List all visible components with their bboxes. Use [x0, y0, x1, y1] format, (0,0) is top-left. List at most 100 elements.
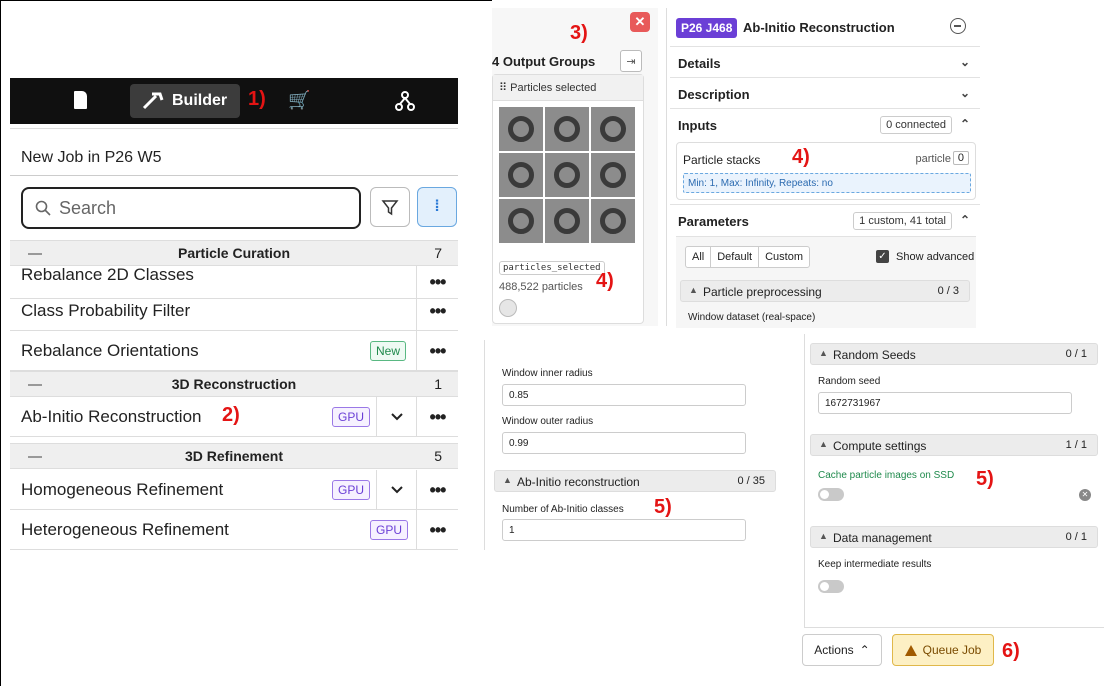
random-seed-input[interactable]: 1672731967: [818, 392, 1072, 414]
document-icon[interactable]: [74, 91, 87, 109]
outer-radius-input[interactable]: 0.99: [502, 432, 746, 454]
section-count: 0 / 3: [937, 285, 959, 297]
collapse-all-button[interactable]: ⁞: [417, 187, 457, 227]
keep-results-label: Keep intermediate results: [818, 559, 932, 570]
section-label: Parameters: [678, 214, 749, 229]
reset-icon[interactable]: ✕: [1079, 489, 1091, 501]
job-row-class-probability[interactable]: Class Probability Filter •••: [10, 291, 458, 331]
filter-button[interactable]: [370, 187, 410, 227]
category-label: Particle Curation: [177, 245, 291, 261]
particle-thumbnail: [545, 107, 589, 151]
actions-button[interactable]: Actions ⌃: [802, 634, 882, 666]
builder-label: Builder: [172, 92, 228, 109]
chevron-down-icon: [390, 486, 403, 494]
section-compute-settings[interactable]: ▲ Compute settings 1 / 1: [810, 434, 1098, 456]
connected-count: 0 connected: [880, 116, 952, 134]
more-options-button[interactable]: •••: [416, 397, 458, 437]
random-seed-label: Random seed: [818, 376, 881, 387]
section-parameters[interactable]: Parameters 1 custom, 41 total ⌃: [670, 204, 980, 234]
section-count: 1 / 1: [1065, 439, 1087, 451]
window-dataset-label: Window dataset (real-space): [688, 312, 816, 323]
hammer-icon: [142, 92, 164, 110]
category-count: 7: [434, 245, 442, 261]
queue-job-button[interactable]: Queue Job: [892, 634, 994, 666]
queue-job-label: Queue Job: [922, 643, 982, 657]
particle-thumbnail: [499, 199, 543, 243]
search-icon: [35, 200, 51, 216]
cache-ssd-label: Cache particle images on SSD: [818, 470, 955, 481]
cache-ssd-toggle[interactable]: [818, 488, 844, 501]
output-group-card[interactable]: ⠿ Particles selected particles_selected …: [492, 74, 644, 324]
more-options-button[interactable]: •••: [416, 331, 458, 371]
section-description[interactable]: Description ⌄: [670, 77, 980, 107]
section-data-management[interactable]: ▲ Data management 0 / 1: [810, 526, 1098, 548]
inner-radius-label: Window inner radius: [502, 368, 593, 379]
output-group-header: ⠿ Particles selected: [493, 75, 643, 101]
inner-radius-input[interactable]: 0.85: [502, 384, 746, 406]
section-ab-initio-reconstruction[interactable]: ▲ Ab-Initio reconstruction 0 / 35: [494, 470, 776, 492]
job-row-heterogeneous-refinement[interactable]: Heterogeneous Refinement GPU •••: [10, 510, 458, 550]
section-random-seeds[interactable]: ▲ Random Seeds 0 / 1: [810, 343, 1098, 365]
section-label: Particle preprocessing: [703, 285, 822, 299]
job-label: Rebalance 2D Classes: [21, 265, 194, 284]
section-inputs[interactable]: Inputs 0 connected ⌃: [670, 108, 980, 138]
download-icon[interactable]: [499, 299, 517, 317]
gpu-badge: GPU: [370, 520, 409, 540]
caret-up-icon: ▲: [819, 439, 828, 449]
cart-icon[interactable]: 🛒: [288, 90, 310, 111]
section-label: Ab-Initio reconstruction: [517, 475, 640, 489]
more-options-button[interactable]: •••: [416, 291, 458, 331]
expand-button[interactable]: [376, 397, 416, 437]
section-label: Random Seeds: [833, 348, 916, 362]
job-title: Ab-Initio Reconstruction: [743, 20, 895, 35]
expand-button[interactable]: [376, 470, 416, 510]
section-label: Details: [678, 56, 721, 71]
workflow-tree-icon[interactable]: [393, 89, 417, 113]
keep-results-toggle[interactable]: [818, 580, 844, 593]
tab-default[interactable]: Default: [711, 247, 760, 267]
input-requirements[interactable]: Min: 1, Max: Infinity, Repeats: no: [683, 173, 971, 193]
particle-count: 488,522 particles: [499, 281, 583, 293]
category-particle-curation[interactable]: Particle Curation 7: [10, 240, 458, 266]
more-options-button[interactable]: •••: [416, 470, 458, 510]
export-button[interactable]: ⇥: [620, 50, 642, 72]
minimize-icon[interactable]: [950, 18, 966, 34]
job-label: Class Probability Filter: [21, 301, 191, 320]
section-details[interactable]: Details ⌄: [670, 46, 980, 76]
num-classes-input[interactable]: 1: [502, 519, 746, 541]
marker-5-classes: 5): [654, 496, 672, 518]
particle-thumbnail: [591, 153, 635, 197]
show-advanced-label: Show advanced: [896, 251, 975, 263]
close-button[interactable]: ✕: [630, 12, 650, 32]
marker-2: 2): [222, 404, 240, 426]
builder-panel: New Job in P26 W5 Search ⁞ Particle Cura…: [10, 128, 458, 552]
job-row-rebalance-orientations[interactable]: Rebalance Orientations New •••: [10, 331, 458, 371]
section-particle-preprocessing[interactable]: ▲ Particle preprocessing 0 / 3: [680, 280, 970, 302]
marker-6: 6): [1002, 640, 1020, 662]
frame-top-left: [0, 0, 1, 686]
top-navigation-bar: Builder 🛒: [10, 78, 458, 124]
input-count: 0: [952, 151, 969, 165]
particle-stacks-input[interactable]: Particle stacks particle 0 Min: 1, Max: …: [676, 142, 976, 200]
category-label: 3D Reconstruction: [171, 376, 297, 392]
particle-thumbnail-grid: [499, 107, 635, 243]
search-input[interactable]: Search: [21, 187, 361, 229]
page-title: New Job in P26 W5: [21, 149, 162, 166]
section-label: Inputs: [678, 118, 717, 133]
chevron-down-icon: [390, 413, 403, 421]
search-placeholder: Search: [59, 197, 117, 218]
builder-button[interactable]: Builder: [130, 84, 240, 118]
tab-custom[interactable]: Custom: [759, 247, 809, 267]
caret-up-icon: ▲: [819, 531, 828, 541]
category-3d-refinement[interactable]: 3D Refinement 5: [10, 443, 458, 469]
category-3d-reconstruction[interactable]: 3D Reconstruction 1: [10, 371, 458, 397]
show-advanced-checkbox[interactable]: ✓: [876, 250, 889, 263]
tab-all[interactable]: All: [686, 247, 712, 267]
section-count: 0 / 35: [737, 475, 765, 487]
caret-up-icon: ▲: [503, 475, 512, 485]
more-options-button[interactable]: •••: [416, 510, 458, 550]
section-count: 0 / 1: [1065, 348, 1087, 360]
new-badge: New: [370, 341, 407, 361]
particle-thumbnail: [591, 107, 635, 151]
job-row-homogeneous-refinement[interactable]: Homogeneous Refinement GPU •••: [10, 470, 458, 510]
